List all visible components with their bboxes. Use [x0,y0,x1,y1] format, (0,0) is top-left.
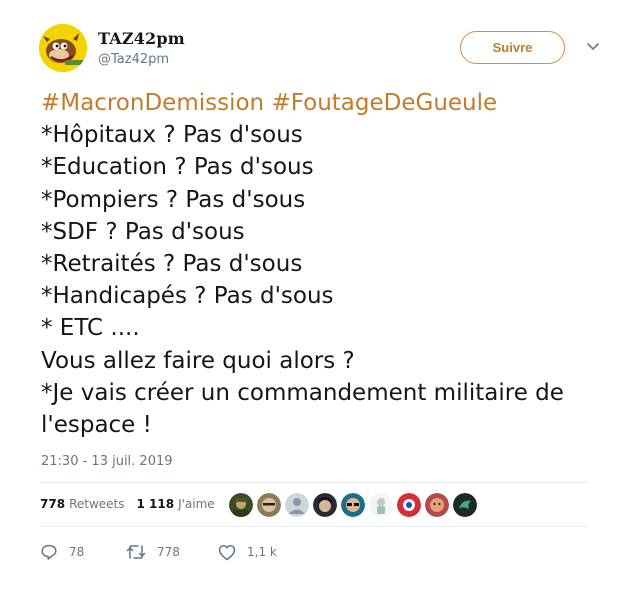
tweet-line: *Hôpitaux ? Pas d'sous [41,122,303,149]
user-handle[interactable]: @Taz42pm [98,52,169,67]
avatar-white-figure-icon [369,493,393,517]
avatar-soldier-icon [229,493,253,517]
divider [40,526,588,527]
retweets-stat[interactable]: 778 Retweets [40,497,125,511]
tweet-actions: 78 778 1,1 k [40,543,277,561]
liker-avatar[interactable] [453,493,477,517]
avatar-dark-hair-icon [313,493,337,517]
avatar-red-circle-icon [397,493,421,517]
likes-stat[interactable]: 1 118 J'aime [137,497,215,511]
liker-avatar[interactable] [313,493,337,517]
tweet-timestamp[interactable]: 21:30 - 13 juil. 2019 [41,454,173,469]
heart-icon [218,544,236,560]
tweet-line: *Education ? Pas d'sous [41,154,314,181]
liker-avatar[interactable] [425,493,449,517]
liker-avatar[interactable] [257,493,281,517]
chevron-down-icon[interactable] [586,41,600,53]
divider [40,482,588,483]
liker-avatar[interactable] [397,493,421,517]
retweets-label: Retweets [69,497,125,511]
avatar-sunglasses-icon [341,493,365,517]
tweet-line: *Je vais créer un commandement militaire… [41,379,564,406]
avatar-default-icon [285,493,309,517]
likes-label: J'aime [178,497,215,511]
retweet-count: 778 [157,545,180,559]
tweet-line: * ETC .... [41,315,140,342]
reply-count: 78 [69,545,85,559]
reply-icon [41,544,57,560]
profile-avatar[interactable] [39,24,87,72]
tweet-line: Vous allez faire quoi alors ? [41,347,355,374]
engagement-stats: 778 Retweets 1 118 J'aime [40,497,227,511]
liker-avatar[interactable] [229,493,253,517]
follow-button[interactable]: Suivre [460,31,565,64]
tweet-line: *SDF ? Pas d'sous [41,218,245,245]
avatar-pink-face-icon [425,493,449,517]
avatar-bird-icon [453,493,477,517]
hashtag-link[interactable]: #MacronDemission [41,90,264,116]
like-button[interactable]: 1,1 k [218,544,277,561]
avatar-face-glasses-icon [257,493,281,517]
liker-avatar[interactable] [341,493,365,517]
tweet-card: TAZ42pm @Taz42pm Suivre #MacronDemission… [0,0,628,591]
tweet-line: *Pompiers ? Pas d'sous [41,186,306,213]
hashtag-line: #MacronDemission #FoutageDeGueule [41,87,611,119]
liker-avatar[interactable] [285,493,309,517]
hashtag-link[interactable]: #FoutageDeGueule [271,90,497,116]
tweet-line: *Handicapés ? Pas d'sous [41,283,334,310]
display-name[interactable]: TAZ42pm [98,29,185,48]
retweet-button[interactable]: 778 [126,543,218,561]
taz-avatar-icon [39,24,87,72]
reply-button[interactable]: 78 [40,543,126,561]
retweet-icon [126,545,146,559]
like-count: 1,1 k [247,545,277,559]
liker-avatar[interactable] [369,493,393,517]
tweet-line: *Retraités ? Pas d'sous [41,251,303,278]
likes-count: 1 118 [136,497,175,511]
tweet-text: #MacronDemission #FoutageDeGueule *Hôpit… [41,87,611,441]
tweet-line: l'espace ! [41,412,152,439]
retweets-count: 778 [40,497,66,511]
likers-avatars [229,493,481,517]
